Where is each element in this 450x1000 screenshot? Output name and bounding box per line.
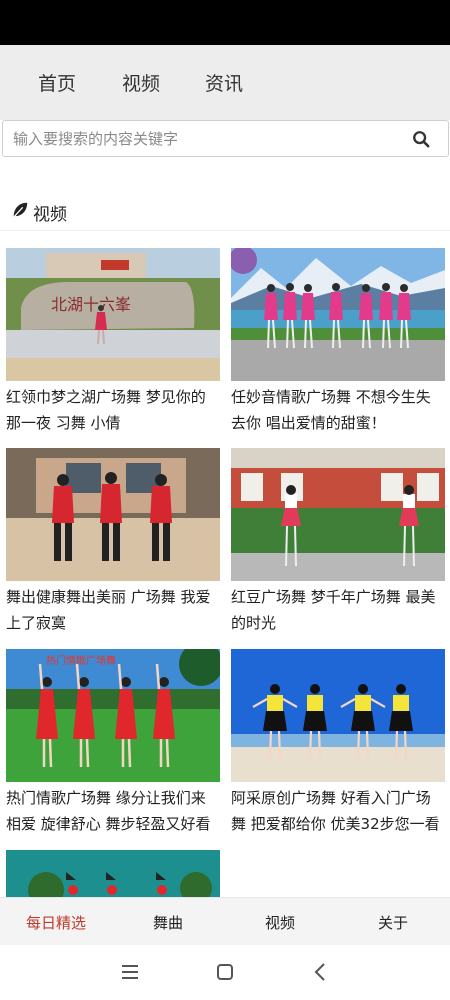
tab-daily-picks[interactable]: 每日精选 [26, 912, 86, 933]
video-thumbnail[interactable] [6, 850, 220, 898]
status-bar [0, 0, 450, 45]
bottom-tab-bar: 每日精选 舞曲 视频 关于 [0, 897, 450, 945]
search-bar [2, 120, 449, 157]
video-thumbnail[interactable]: 热门情歌广场舞 [6, 649, 220, 782]
video-title[interactable]: 红豆广场舞 梦千年广场舞 最美的时光 [231, 584, 445, 636]
back-icon[interactable] [309, 960, 333, 984]
search-input[interactable] [13, 127, 393, 151]
nav-item-video[interactable]: 视频 [122, 69, 160, 96]
top-nav: 首页 视频 资讯 [0, 45, 450, 120]
video-title[interactable]: 舞出健康舞出美丽 广场舞 我爱上了寂寞 [6, 584, 220, 636]
video-thumbnail[interactable] [231, 448, 445, 581]
video-title[interactable]: 热门情歌广场舞 缘分让我们来相爱 旋律舒心 舞步轻盈又好看 [6, 785, 220, 837]
nav-item-home[interactable]: 首页 [38, 69, 76, 96]
search-icon[interactable] [412, 130, 430, 148]
video-title[interactable]: 红领巾梦之湖广场舞 梦见你的那一夜 习舞 小倩 [6, 384, 220, 436]
tab-music[interactable]: 舞曲 [153, 912, 183, 933]
system-nav-bar [0, 945, 450, 1000]
section-header: 视频 [0, 193, 450, 231]
svg-text:热门情歌广场舞: 热门情歌广场舞 [46, 654, 116, 667]
leaf-icon [13, 202, 28, 218]
tab-video[interactable]: 视频 [265, 912, 295, 933]
svg-text:北湖十六峯: 北湖十六峯 [51, 295, 131, 314]
video-thumbnail[interactable]: 北湖十六峯 [6, 248, 220, 381]
menu-icon[interactable] [118, 960, 142, 984]
tab-about[interactable]: 关于 [378, 912, 408, 933]
video-thumbnail[interactable] [6, 448, 220, 581]
nav-item-news[interactable]: 资讯 [205, 69, 243, 96]
video-thumbnail[interactable] [231, 649, 445, 782]
video-title[interactable]: 阿采原创广场舞 好看入门广场舞 把爱都给你 优美32步您一看 [231, 785, 445, 837]
video-grid: 北湖十六峯 红领巾梦之湖广场舞 梦见你的那一夜 习舞 小倩 任妙音情歌广场舞 不… [0, 248, 450, 898]
video-title[interactable]: 任妙音情歌广场舞 不想今生失去你 唱出爱情的甜蜜！ [231, 384, 445, 436]
video-thumbnail[interactable] [231, 248, 445, 381]
section-title: 视频 [33, 205, 67, 225]
home-icon[interactable] [213, 960, 237, 984]
